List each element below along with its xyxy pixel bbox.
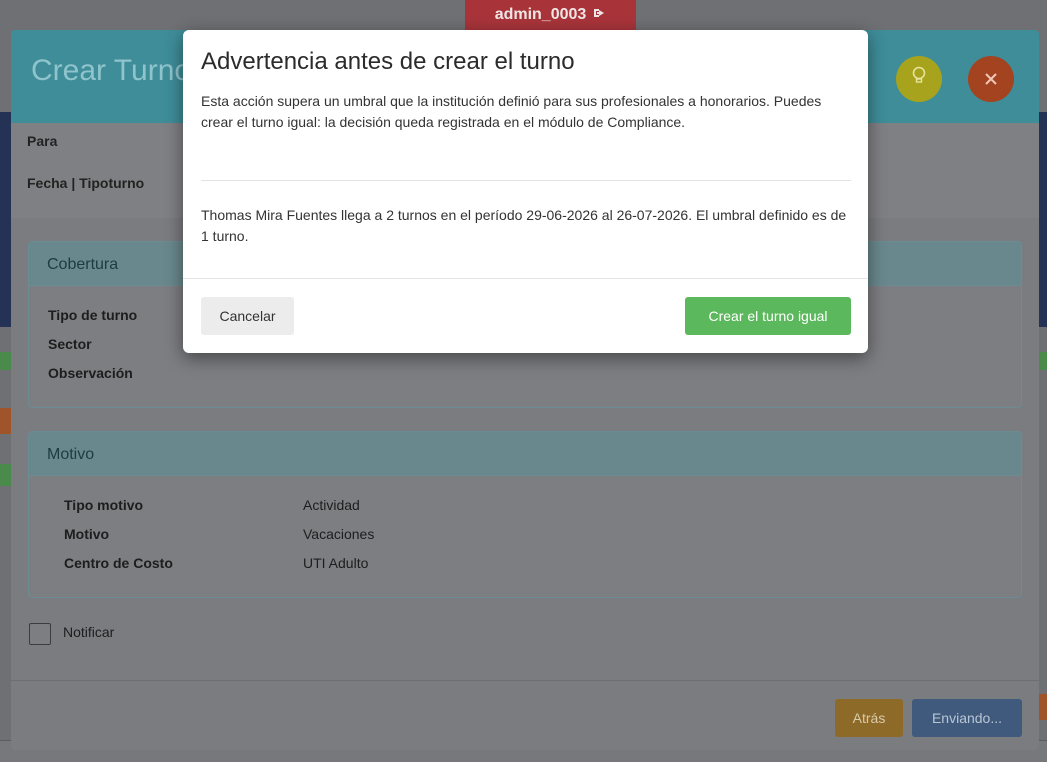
divider	[183, 278, 868, 279]
para-label: Para	[27, 133, 58, 149]
user-badge[interactable]: admin_0003	[465, 0, 636, 30]
background-strip	[0, 112, 11, 327]
notificar-checkbox[interactable]	[29, 623, 51, 645]
background-green-bar	[0, 464, 11, 486]
motivo-row-label: Tipo motivo	[64, 497, 144, 513]
cobertura-row-label: Observación	[48, 365, 133, 381]
warning-title: Advertencia antes de crear el turno	[201, 48, 575, 75]
username: admin_0003	[494, 6, 587, 23]
motivo-row-value: Vacaciones	[303, 526, 375, 542]
create-anyway-button[interactable]: Crear el turno igual	[685, 297, 851, 335]
motivo-row-value: Actividad	[303, 497, 360, 513]
close-button[interactable]	[968, 56, 1014, 102]
back-button[interactable]: Atrás	[835, 699, 903, 737]
divider	[201, 180, 851, 181]
cancel-button[interactable]: Cancelar	[201, 297, 294, 335]
background-orange-bar	[0, 408, 11, 434]
motivo-panel: Motivo	[28, 431, 1022, 598]
close-icon	[984, 66, 998, 92]
motivo-title: Motivo	[29, 432, 1021, 476]
submit-button[interactable]: Enviando...	[912, 699, 1022, 737]
warning-detail: Thomas Mira Fuentes llega a 2 turnos en …	[201, 207, 847, 244]
cobertura-row-label: Tipo de turno	[48, 307, 138, 323]
motivo-row-label: Motivo	[64, 526, 110, 542]
notificar-label: Notificar	[63, 624, 115, 640]
lightbulb-icon	[911, 66, 927, 92]
warning-message: Esta acción supera un umbral que la inst…	[201, 93, 822, 130]
warning-dialog: Advertencia antes de crear el turno Esta…	[183, 30, 868, 353]
fecha-label: Fecha | Tipoturno	[27, 175, 145, 191]
modal-title: Crear Turno	[31, 54, 192, 87]
background-green-bar	[0, 352, 11, 370]
lightbulb-button[interactable]	[896, 56, 942, 102]
motivo-row-label: Centro de Costo	[64, 555, 173, 571]
logout-icon[interactable]	[592, 6, 606, 25]
cobertura-row-label: Sector	[48, 336, 92, 352]
motivo-row-value: UTI Adulto	[303, 555, 369, 571]
